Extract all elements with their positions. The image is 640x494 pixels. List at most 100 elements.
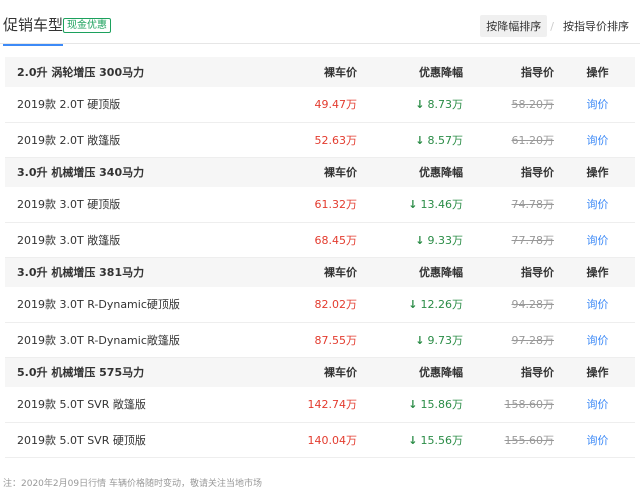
sort-controls: 按降幅排序 / 按指导价排序 [480, 15, 635, 37]
model-name: 2019款 5.0T SVR 敞篷版 [17, 398, 146, 412]
page-title: 促销车型 [3, 14, 64, 46]
column-header-guide: 指导价 [521, 166, 554, 180]
guide-cell: 158.60万 [473, 387, 560, 422]
group-name: 2.0升 涡轮增压 300马力 [17, 66, 145, 79]
model-name: 2019款 3.0T R-Dynamic硬顶版 [17, 298, 180, 312]
down-arrow-icon: ↓ [408, 198, 418, 212]
sort-by-discount-button[interactable]: 按降幅排序 [480, 15, 548, 37]
bare-car-price: 140.04万 [307, 433, 358, 447]
discount-amount: 8.57万 [427, 133, 464, 147]
group-name: 3.0升 机械增压 340马力 [17, 166, 145, 180]
column-header-guide: 指导价 [521, 366, 554, 380]
ask-price-link[interactable]: 询价 [587, 134, 609, 147]
ask-price-link[interactable]: 询价 [587, 434, 609, 447]
action-cell: 询价 [560, 87, 635, 122]
column-header-price: 裸车价 [324, 366, 357, 380]
column-header-discount: 优惠降幅 [419, 366, 463, 380]
bare-car-price: 87.55万 [314, 333, 358, 347]
action-cell: 询价 [560, 287, 635, 322]
promo-table: 2.0升 涡轮增压 300马力 裸车价 优惠降幅 指导价 操作 2019款 2.0T 硬顶… [5, 57, 635, 458]
price-cell: 82.02万 [281, 287, 363, 322]
cash-discount-tag: 现金优惠 [63, 18, 111, 33]
model-name: 2019款 2.0T 敞篷版 [17, 133, 121, 147]
group-name: 3.0升 机械增压 381马力 [17, 266, 145, 280]
guide-cell: 58.20万 [473, 87, 560, 122]
column-header-discount: 优惠降幅 [419, 166, 463, 180]
sort-separator: / [550, 20, 554, 33]
guide-price: 97.28万 [511, 333, 555, 347]
group-header-row: 3.0升 机械增压 381马力 裸车价 优惠降幅 指导价 操作 [5, 257, 635, 287]
column-header-discount: 优惠降幅 [419, 66, 463, 79]
price-cell: 142.74万 [281, 387, 363, 422]
discount-cell: ↓ 15.56万 [363, 422, 473, 457]
bare-car-price: 142.74万 [307, 398, 358, 412]
down-arrow-icon: ↓ [408, 298, 418, 312]
table-row: 2019款 2.0T 敞篷版 52.63万 ↓ 8.57万 61.20万 询价 [5, 122, 635, 157]
table-row: 2019款 3.0T R-Dynamic硬顶版 82.02万 ↓ 12.26万 94.2… [5, 287, 635, 322]
down-arrow-icon: ↓ [415, 98, 425, 112]
group-header-row: 3.0升 机械增压 340马力 裸车价 优惠降幅 指导价 操作 [5, 157, 635, 187]
bare-car-price: 49.47万 [314, 98, 358, 112]
ask-price-link[interactable]: 询价 [587, 234, 609, 247]
discount-amount: 15.56万 [420, 433, 464, 447]
model-name: 2019款 3.0T 敞篷版 [17, 233, 121, 247]
guide-cell: 94.28万 [473, 287, 560, 322]
bare-car-price: 52.63万 [314, 133, 358, 147]
column-header-price: 裸车价 [324, 66, 357, 79]
table-row: 2019款 2.0T 硬顶版 49.47万 ↓ 8.73万 58.20万 询价 [5, 87, 635, 122]
ask-price-link[interactable]: 询价 [587, 298, 609, 311]
down-arrow-icon: ↓ [415, 333, 425, 347]
action-cell: 询价 [560, 222, 635, 257]
guide-price: 77.78万 [511, 233, 555, 247]
ask-price-link[interactable]: 询价 [587, 398, 609, 411]
price-cell: 87.55万 [281, 322, 363, 357]
action-cell: 询价 [560, 187, 635, 222]
action-cell: 询价 [560, 422, 635, 457]
discount-cell: ↓ 9.33万 [363, 222, 473, 257]
column-header-action: 操作 [586, 366, 609, 380]
table-row: 2019款 3.0T 硬顶版 61.32万 ↓ 13.46万 74.78万 询价 [5, 187, 635, 222]
discount-amount: 8.73万 [427, 98, 464, 112]
discount-amount: 9.33万 [427, 233, 464, 247]
action-cell: 询价 [560, 322, 635, 357]
down-arrow-icon: ↓ [415, 233, 425, 247]
column-header-action: 操作 [586, 266, 609, 280]
price-cell: 61.32万 [281, 187, 363, 222]
ask-price-link[interactable]: 询价 [587, 198, 609, 211]
table-row: 2019款 3.0T R-Dynamic敞篷版 87.55万 ↓ 9.73万 97.28… [5, 322, 635, 357]
price-cell: 140.04万 [281, 422, 363, 457]
guide-price: 58.20万 [511, 98, 555, 112]
discount-cell: ↓ 15.86万 [363, 387, 473, 422]
guide-cell: 97.28万 [473, 322, 560, 357]
group-name: 5.0升 机械增压 575马力 [17, 366, 145, 380]
guide-price: 155.60万 [504, 433, 555, 447]
guide-price: 158.60万 [504, 398, 555, 412]
discount-amount: 9.73万 [427, 333, 464, 347]
sort-by-guide-price-button[interactable]: 按指导价排序 [557, 15, 635, 37]
ask-price-link[interactable]: 询价 [587, 334, 609, 347]
page-header: 促销车型 现金优惠 按降幅排序 / 按指导价排序 [0, 0, 640, 46]
model-name: 2019款 3.0T 硬顶版 [17, 198, 121, 212]
down-arrow-icon: ↓ [408, 433, 418, 447]
ask-price-link[interactable]: 询价 [587, 98, 609, 111]
column-header-action: 操作 [586, 66, 609, 79]
column-header-price: 裸车价 [324, 266, 357, 280]
column-header-price: 裸车价 [324, 166, 357, 180]
table-row: 2019款 5.0T SVR 硬顶版 140.04万 ↓ 15.56万 155.60万 询… [5, 422, 635, 457]
discount-cell: ↓ 13.46万 [363, 187, 473, 222]
guide-cell: 77.78万 [473, 222, 560, 257]
discount-amount: 12.26万 [420, 298, 464, 312]
column-header-guide: 指导价 [521, 66, 554, 79]
discount-cell: ↓ 8.57万 [363, 122, 473, 157]
guide-cell: 155.60万 [473, 422, 560, 457]
bare-car-price: 82.02万 [314, 298, 358, 312]
bare-car-price: 61.32万 [314, 198, 358, 212]
model-name: 2019款 5.0T SVR 硬顶版 [17, 433, 146, 447]
action-cell: 询价 [560, 122, 635, 157]
guide-price: 94.28万 [511, 298, 555, 312]
footer-note: 注：2020年2月09日行情 车辆价格随时变动，敬请关注当地市场 [3, 479, 262, 489]
down-arrow-icon: ↓ [408, 398, 418, 412]
discount-amount: 13.46万 [420, 198, 464, 212]
discount-cell: ↓ 12.26万 [363, 287, 473, 322]
guide-cell: 74.78万 [473, 187, 560, 222]
